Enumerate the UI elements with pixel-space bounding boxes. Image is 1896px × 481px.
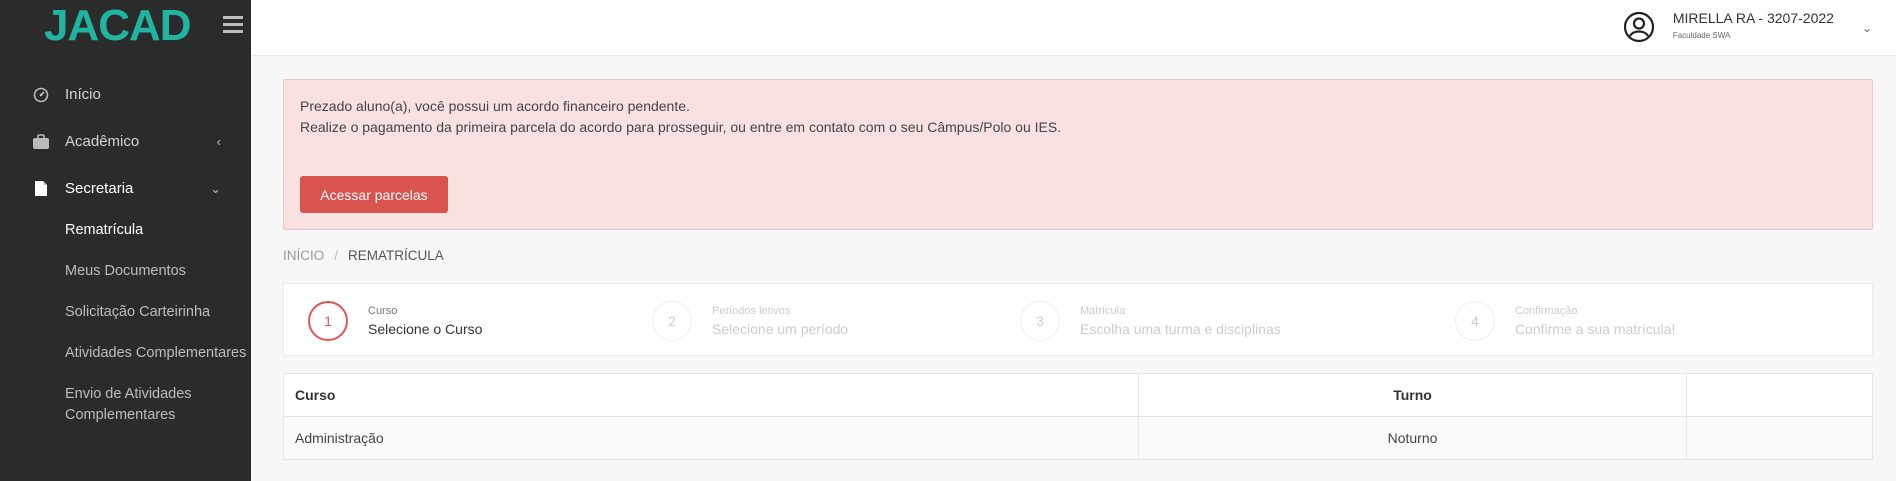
table-header-row: Curso Turno: [283, 373, 1873, 417]
sidebar-item-inicio[interactable]: Início: [0, 71, 251, 118]
logo-area: JACAD: [0, 0, 251, 56]
step-title: Matrícula: [1080, 304, 1126, 317]
submenu-item-solicitacao-carteirinha[interactable]: Solicitação Carteirinha: [65, 302, 251, 323]
top-header: MIRELLA RA - 3207-2022 Faculdade SWA ⌄: [251, 0, 1896, 56]
user-institution: Faculdade SWA: [1672, 31, 1731, 40]
step-confirmacao[interactable]: 4 Confirmação Confirme a sua matrícula!: [1455, 284, 1675, 357]
menu-toggle-icon[interactable]: [223, 16, 243, 34]
cell-actions: [1686, 416, 1873, 460]
submenu-item-envio-atividades[interactable]: Envio de Atividades Complementares: [65, 384, 251, 426]
submenu-item-atividades-complementares[interactable]: Atividades Complementares: [65, 343, 251, 364]
step-number: 4: [1455, 300, 1495, 341]
document-icon: [32, 180, 50, 198]
step-subtitle: Confirme a sua matrícula!: [1515, 320, 1676, 337]
step-title: Curso: [368, 304, 398, 317]
submenu-item-meus-documentos[interactable]: Meus Documentos: [65, 261, 251, 282]
alert-message-line2: Realize o pagamento da primeira parcela …: [300, 119, 1062, 135]
cell-curso: Administração: [283, 416, 1139, 460]
enrollment-stepper: 1 Curso Selecione o Curso 2 Períodos let…: [283, 283, 1873, 356]
user-menu[interactable]: MIRELLA RA - 3207-2022 Faculdade SWA ⌄: [1623, 9, 1872, 43]
breadcrumb-separator: /: [334, 248, 339, 263]
sidebar-item-academico[interactable]: Acadêmico ‹: [0, 118, 251, 165]
sidebar-item-secretaria[interactable]: Secretaria ⌄: [0, 165, 251, 212]
secretaria-submenu: Rematrícula Meus Documentos Solicitação …: [0, 212, 251, 426]
step-title: Períodos letivos: [712, 304, 791, 317]
step-matricula[interactable]: 3 Matrícula Escolha uma turma e discipli…: [1020, 284, 1281, 357]
user-avatar-icon: [1623, 11, 1655, 43]
step-subtitle: Escolha uma turma e disciplinas: [1080, 320, 1281, 337]
table-row[interactable]: Administração Noturno: [283, 416, 1873, 460]
alert-message-line1: Prezado aluno(a), você possui um acordo …: [300, 98, 690, 114]
sidebar-item-label: Acadêmico: [65, 133, 140, 150]
step-number: 3: [1020, 300, 1060, 341]
chevron-down-icon[interactable]: ⌄: [1862, 21, 1872, 35]
course-table: Curso Turno Administração Noturno: [283, 373, 1873, 460]
chevron-left-icon: ‹: [216, 134, 221, 149]
dashboard-icon: [32, 86, 50, 104]
user-name: MIRELLA RA - 3207-2022: [1672, 10, 1834, 26]
breadcrumb: INÍCIO / REMATRÍCULA: [283, 248, 444, 263]
briefcase-icon: [32, 133, 50, 151]
step-title: Confirmação: [1515, 304, 1578, 317]
sidebar-item-label: Secretaria: [65, 180, 134, 197]
sidebar-item-label: Início: [65, 86, 101, 103]
breadcrumb-current: REMATRÍCULA: [348, 248, 444, 263]
step-curso[interactable]: 1 Curso Selecione o Curso: [308, 284, 482, 357]
sidebar-menu: Início Acadêmico ‹ Secretaria ⌄ Rematríc…: [0, 71, 251, 446]
step-periodos[interactable]: 2 Períodos letivos Selecione um período: [652, 284, 848, 357]
chevron-down-icon: ⌄: [210, 181, 221, 196]
step-subtitle: Selecione um período: [712, 320, 849, 337]
breadcrumb-home[interactable]: INÍCIO: [283, 248, 324, 263]
financial-alert: Prezado aluno(a), você possui um acordo …: [283, 79, 1873, 230]
column-header-curso: Curso: [283, 373, 1139, 417]
cell-turno: Noturno: [1138, 416, 1687, 460]
step-number: 2: [652, 300, 692, 341]
column-header-turno: Turno: [1138, 373, 1687, 417]
access-installments-button[interactable]: Acessar parcelas: [300, 176, 448, 213]
jacad-logo[interactable]: JACAD: [44, 2, 192, 50]
step-number: 1: [308, 300, 348, 341]
column-header-actions: [1686, 373, 1873, 417]
sidebar: JACAD Início Acadêmico ‹ Secretaria ⌄ Re…: [0, 0, 251, 481]
step-subtitle: Selecione o Curso: [368, 320, 483, 337]
submenu-item-rematricula[interactable]: Rematrícula: [65, 220, 251, 241]
